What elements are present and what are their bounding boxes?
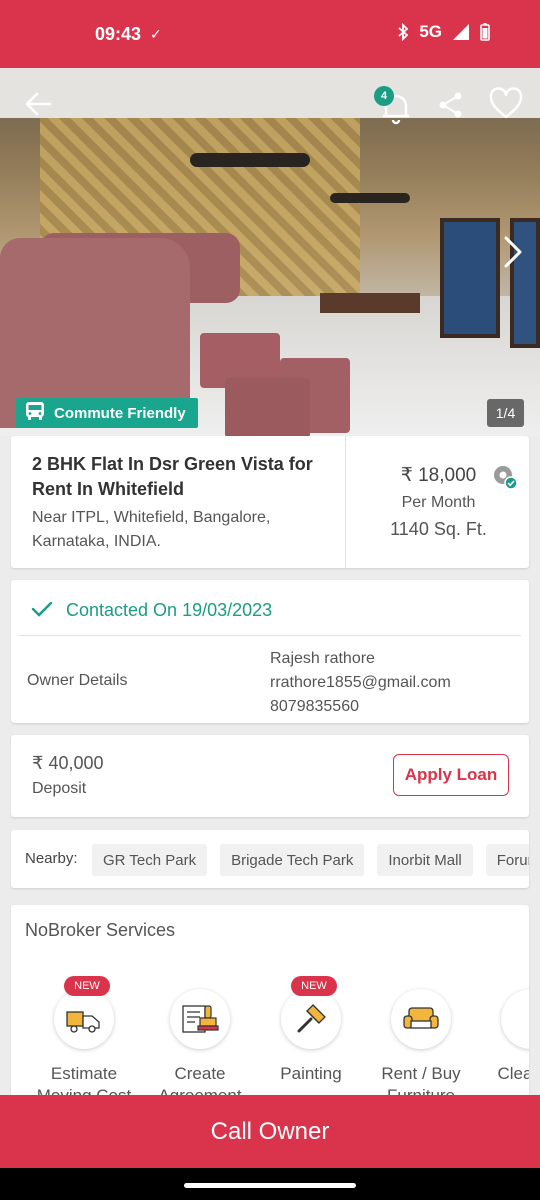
network-label: 5G <box>419 22 442 41</box>
call-owner-button[interactable]: Call Owner <box>0 1095 540 1168</box>
next-photo-chevron-icon[interactable] <box>498 234 528 270</box>
property-info-card: 2 BHK Flat In Dsr Green Vista for Rent I… <box>11 436 529 568</box>
status-bar: 09:43 ✓ 5G <box>0 0 540 68</box>
share-icon[interactable] <box>436 90 466 120</box>
home-indicator[interactable] <box>184 1183 356 1188</box>
deposit-value: ₹ 40,000 <box>32 753 104 773</box>
battery-icon <box>480 23 490 41</box>
notification-button[interactable]: 4 <box>374 86 414 126</box>
owner-phone[interactable]: 8079835560 <box>270 695 359 719</box>
signal-icon <box>452 23 470 41</box>
nearby-chip[interactable]: Inorbit Mall <box>377 844 473 876</box>
property-title: 2 BHK Flat In Dsr Green Vista for Rent I… <box>32 454 313 499</box>
paint-brush-icon <box>281 989 341 1049</box>
verified-gear-icon[interactable] <box>492 464 518 490</box>
sofa-icon <box>391 989 451 1049</box>
check-icon <box>31 598 53 620</box>
apply-loan-button[interactable]: Apply Loan <box>393 754 509 796</box>
stamp-icon <box>170 989 230 1049</box>
deposit-label: Deposit <box>32 780 87 797</box>
owner-email[interactable]: rrathore1855@gmail.com <box>270 671 451 695</box>
service-label: Painting <box>280 1064 342 1083</box>
cleaning-icon <box>501 989 529 1049</box>
commute-tag-label: Commute Friendly <box>54 404 186 422</box>
area-value: 1140 Sq. Ft. <box>390 519 487 539</box>
back-arrow-icon[interactable] <box>22 88 54 120</box>
services-title: NoBroker Services <box>25 920 176 940</box>
contact-card: Contacted On 19/03/2023 Owner Details Ra… <box>11 580 529 723</box>
notification-badge: 4 <box>374 86 394 106</box>
services-card: NoBroker Services NEW Estimate Moving Co… <box>11 905 529 1105</box>
system-nav-bar <box>0 1168 540 1200</box>
deposit-card: ₹ 40,000 Deposit Apply Loan <box>11 735 529 817</box>
owner-details-label: Owner Details <box>27 672 128 689</box>
app-notification-icon: ✓ <box>150 26 162 42</box>
nearby-chip[interactable]: Brigade Tech Park <box>220 844 365 876</box>
commute-friendly-tag: Commute Friendly <box>16 398 198 428</box>
service-label: Cleaning <box>497 1064 529 1083</box>
favorite-heart-icon[interactable] <box>488 86 524 122</box>
photo-counter: 1/4 <box>487 399 524 427</box>
new-badge: NEW <box>64 976 110 996</box>
property-address: Near ITPL, Whitefield, Bangalore, Karnat… <box>32 509 271 550</box>
rent-label: Per Month <box>401 494 476 511</box>
property-photo[interactable] <box>0 68 540 436</box>
nearby-chips[interactable]: GR Tech Park Brigade Tech Park Inorbit M… <box>92 844 529 876</box>
bus-icon <box>24 401 46 425</box>
truck-icon <box>54 989 114 1049</box>
status-icons: 5G <box>397 22 490 42</box>
owner-name: Rajesh rathore <box>270 650 375 667</box>
nearby-label: Nearby: <box>25 850 78 867</box>
nearby-chip[interactable]: Forum <box>485 844 529 876</box>
nearby-card: Nearby: GR Tech Park Brigade Tech Park I… <box>11 830 529 888</box>
new-badge: NEW <box>291 976 337 996</box>
nearby-chip[interactable]: GR Tech Park <box>92 844 208 876</box>
status-time: 09:43 <box>95 24 142 44</box>
contacted-status: Contacted On 19/03/2023 <box>66 600 273 620</box>
bluetooth-icon <box>397 23 409 41</box>
